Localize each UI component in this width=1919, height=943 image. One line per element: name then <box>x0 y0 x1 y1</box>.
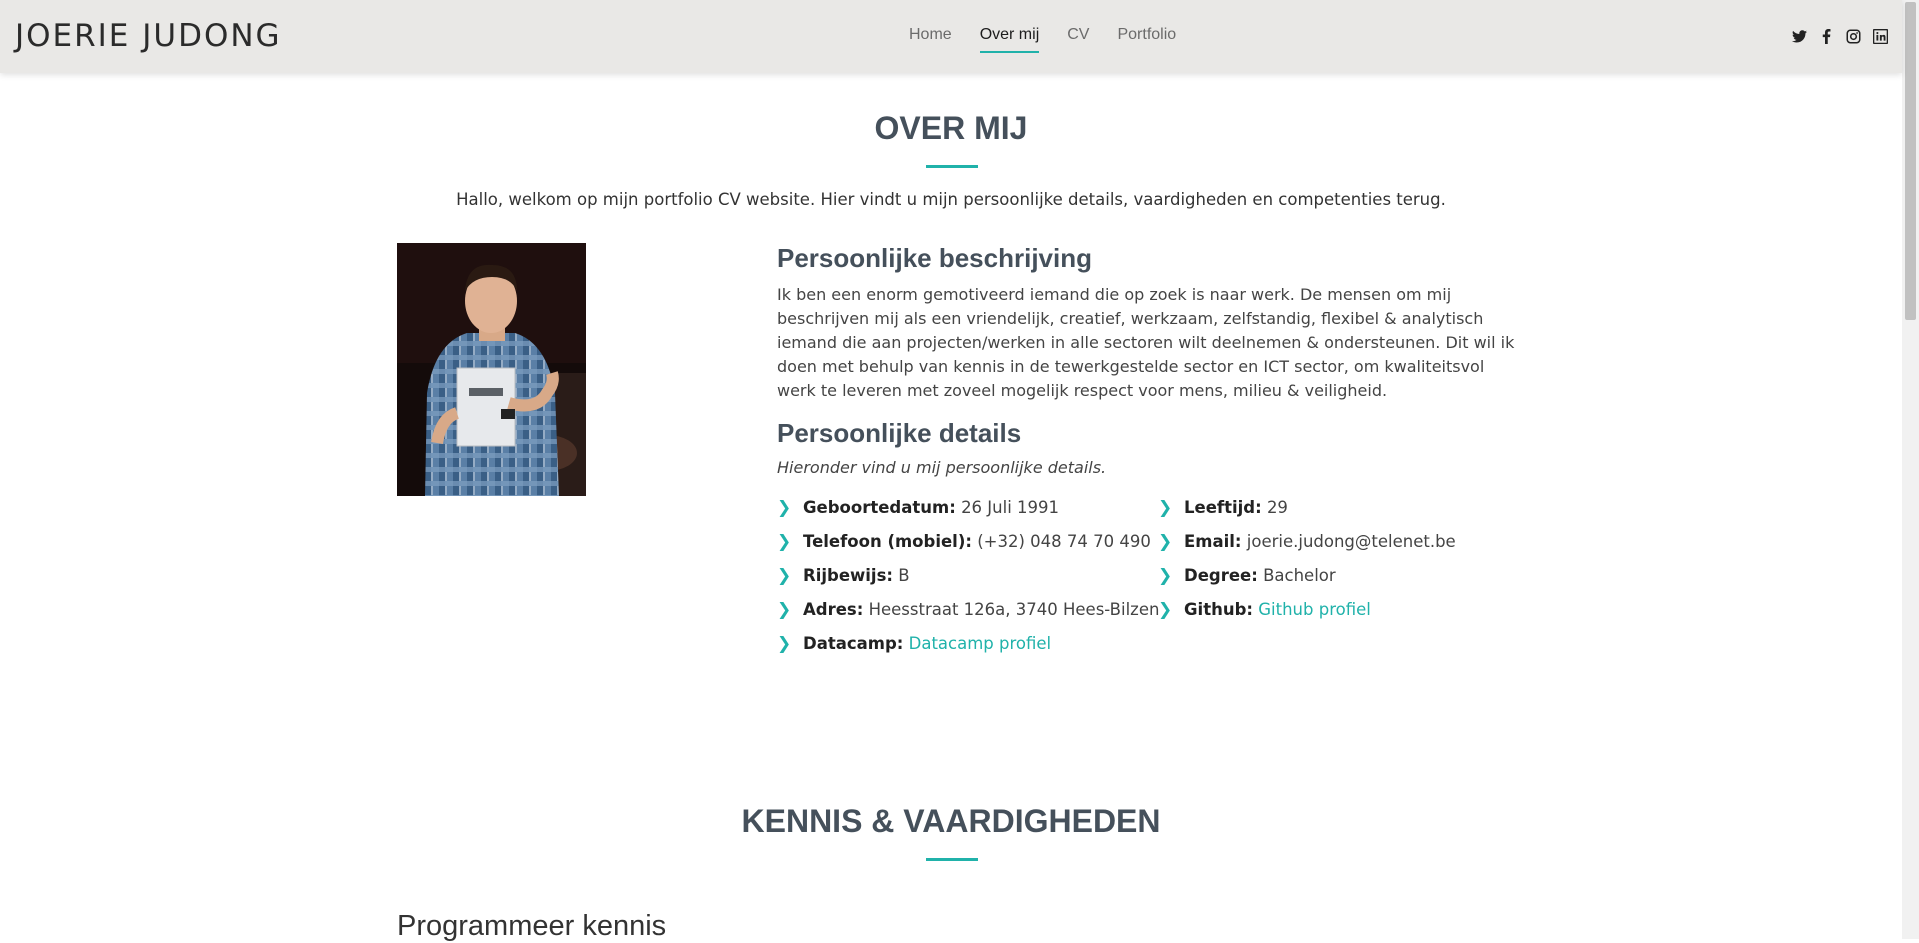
detail-phone: ❯ Telefoon (mobiel): (+32) 048 74 70 490 <box>777 532 1151 552</box>
description-text: Ik ben een enorm gemotiveerd iemand die … <box>777 285 1515 400</box>
site-logo[interactable]: JOERIE JUDONG <box>15 18 282 54</box>
chevron-right-icon: ❯ <box>1158 600 1173 620</box>
programming-knowledge-heading: Programmeer kennis <box>397 910 667 942</box>
facebook-icon[interactable] <box>1818 28 1834 44</box>
site-header: JOERIE JUDONG Home Over mij CV Portfolio <box>0 0 1902 73</box>
description-heading: Persoonlijke beschrijving <box>777 243 1092 273</box>
github-profile-link[interactable]: Github profiel <box>1258 600 1371 619</box>
detail-degree: ❯ Degree: Bachelor <box>1158 566 1336 586</box>
instagram-icon[interactable] <box>1845 28 1861 44</box>
intro-text: Hallo, welkom op mijn portfolio CV websi… <box>456 190 1446 209</box>
linkedin-icon[interactable] <box>1872 28 1888 44</box>
section-title-underline <box>926 858 978 861</box>
detail-license: ❯ Rijbewijs: B <box>777 566 910 586</box>
chevron-right-icon: ❯ <box>777 532 792 552</box>
nav-item-home[interactable]: Home <box>909 26 952 52</box>
section-title-kennis: KENNIS & VAARDIGHEDEN <box>741 803 1161 839</box>
chevron-right-icon: ❯ <box>1158 532 1173 552</box>
chevron-right-icon: ❯ <box>1158 566 1173 586</box>
section-title-underline <box>926 165 978 168</box>
social-links <box>1791 28 1888 44</box>
chevron-right-icon: ❯ <box>777 600 792 620</box>
detail-birthdate: ❯ Geboortedatum: 26 Juli 1991 <box>777 498 1060 518</box>
datacamp-profile-link[interactable]: Datacamp profiel <box>909 634 1052 653</box>
detail-github: ❯ Github: Github profiel <box>1158 600 1371 620</box>
details-subtitle: Hieronder vind u mij persoonlijke detail… <box>777 458 1107 477</box>
chevron-right-icon: ❯ <box>777 566 792 586</box>
chevron-right-icon: ❯ <box>777 634 792 654</box>
chevron-right-icon: ❯ <box>1158 498 1173 518</box>
nav-item-over-mij[interactable]: Over mij <box>979 26 1039 53</box>
chevron-right-icon: ❯ <box>777 498 792 518</box>
profile-photo <box>397 243 586 496</box>
detail-datacamp: ❯ Datacamp: Datacamp profiel <box>777 634 1052 654</box>
details-heading: Persoonlijke details <box>777 418 1022 448</box>
detail-address: ❯ Adres: Heesstraat 126a, 3740 Hees-Bilze… <box>777 600 1160 620</box>
page-scrollbar[interactable] <box>1902 0 1919 939</box>
twitter-icon[interactable] <box>1791 28 1807 44</box>
nav-item-cv[interactable]: CV <box>1067 26 1089 52</box>
main-nav: Home Over mij CV Portfolio <box>909 26 1176 53</box>
detail-age: ❯ Leeftijd: 29 <box>1158 498 1288 518</box>
section-title-over-mij: OVER MIJ <box>874 110 1028 146</box>
scrollbar-thumb[interactable] <box>1905 2 1916 320</box>
nav-item-portfolio[interactable]: Portfolio <box>1117 26 1176 52</box>
detail-email: ❯ Email: joerie.judong@telenet.be <box>1158 532 1456 552</box>
